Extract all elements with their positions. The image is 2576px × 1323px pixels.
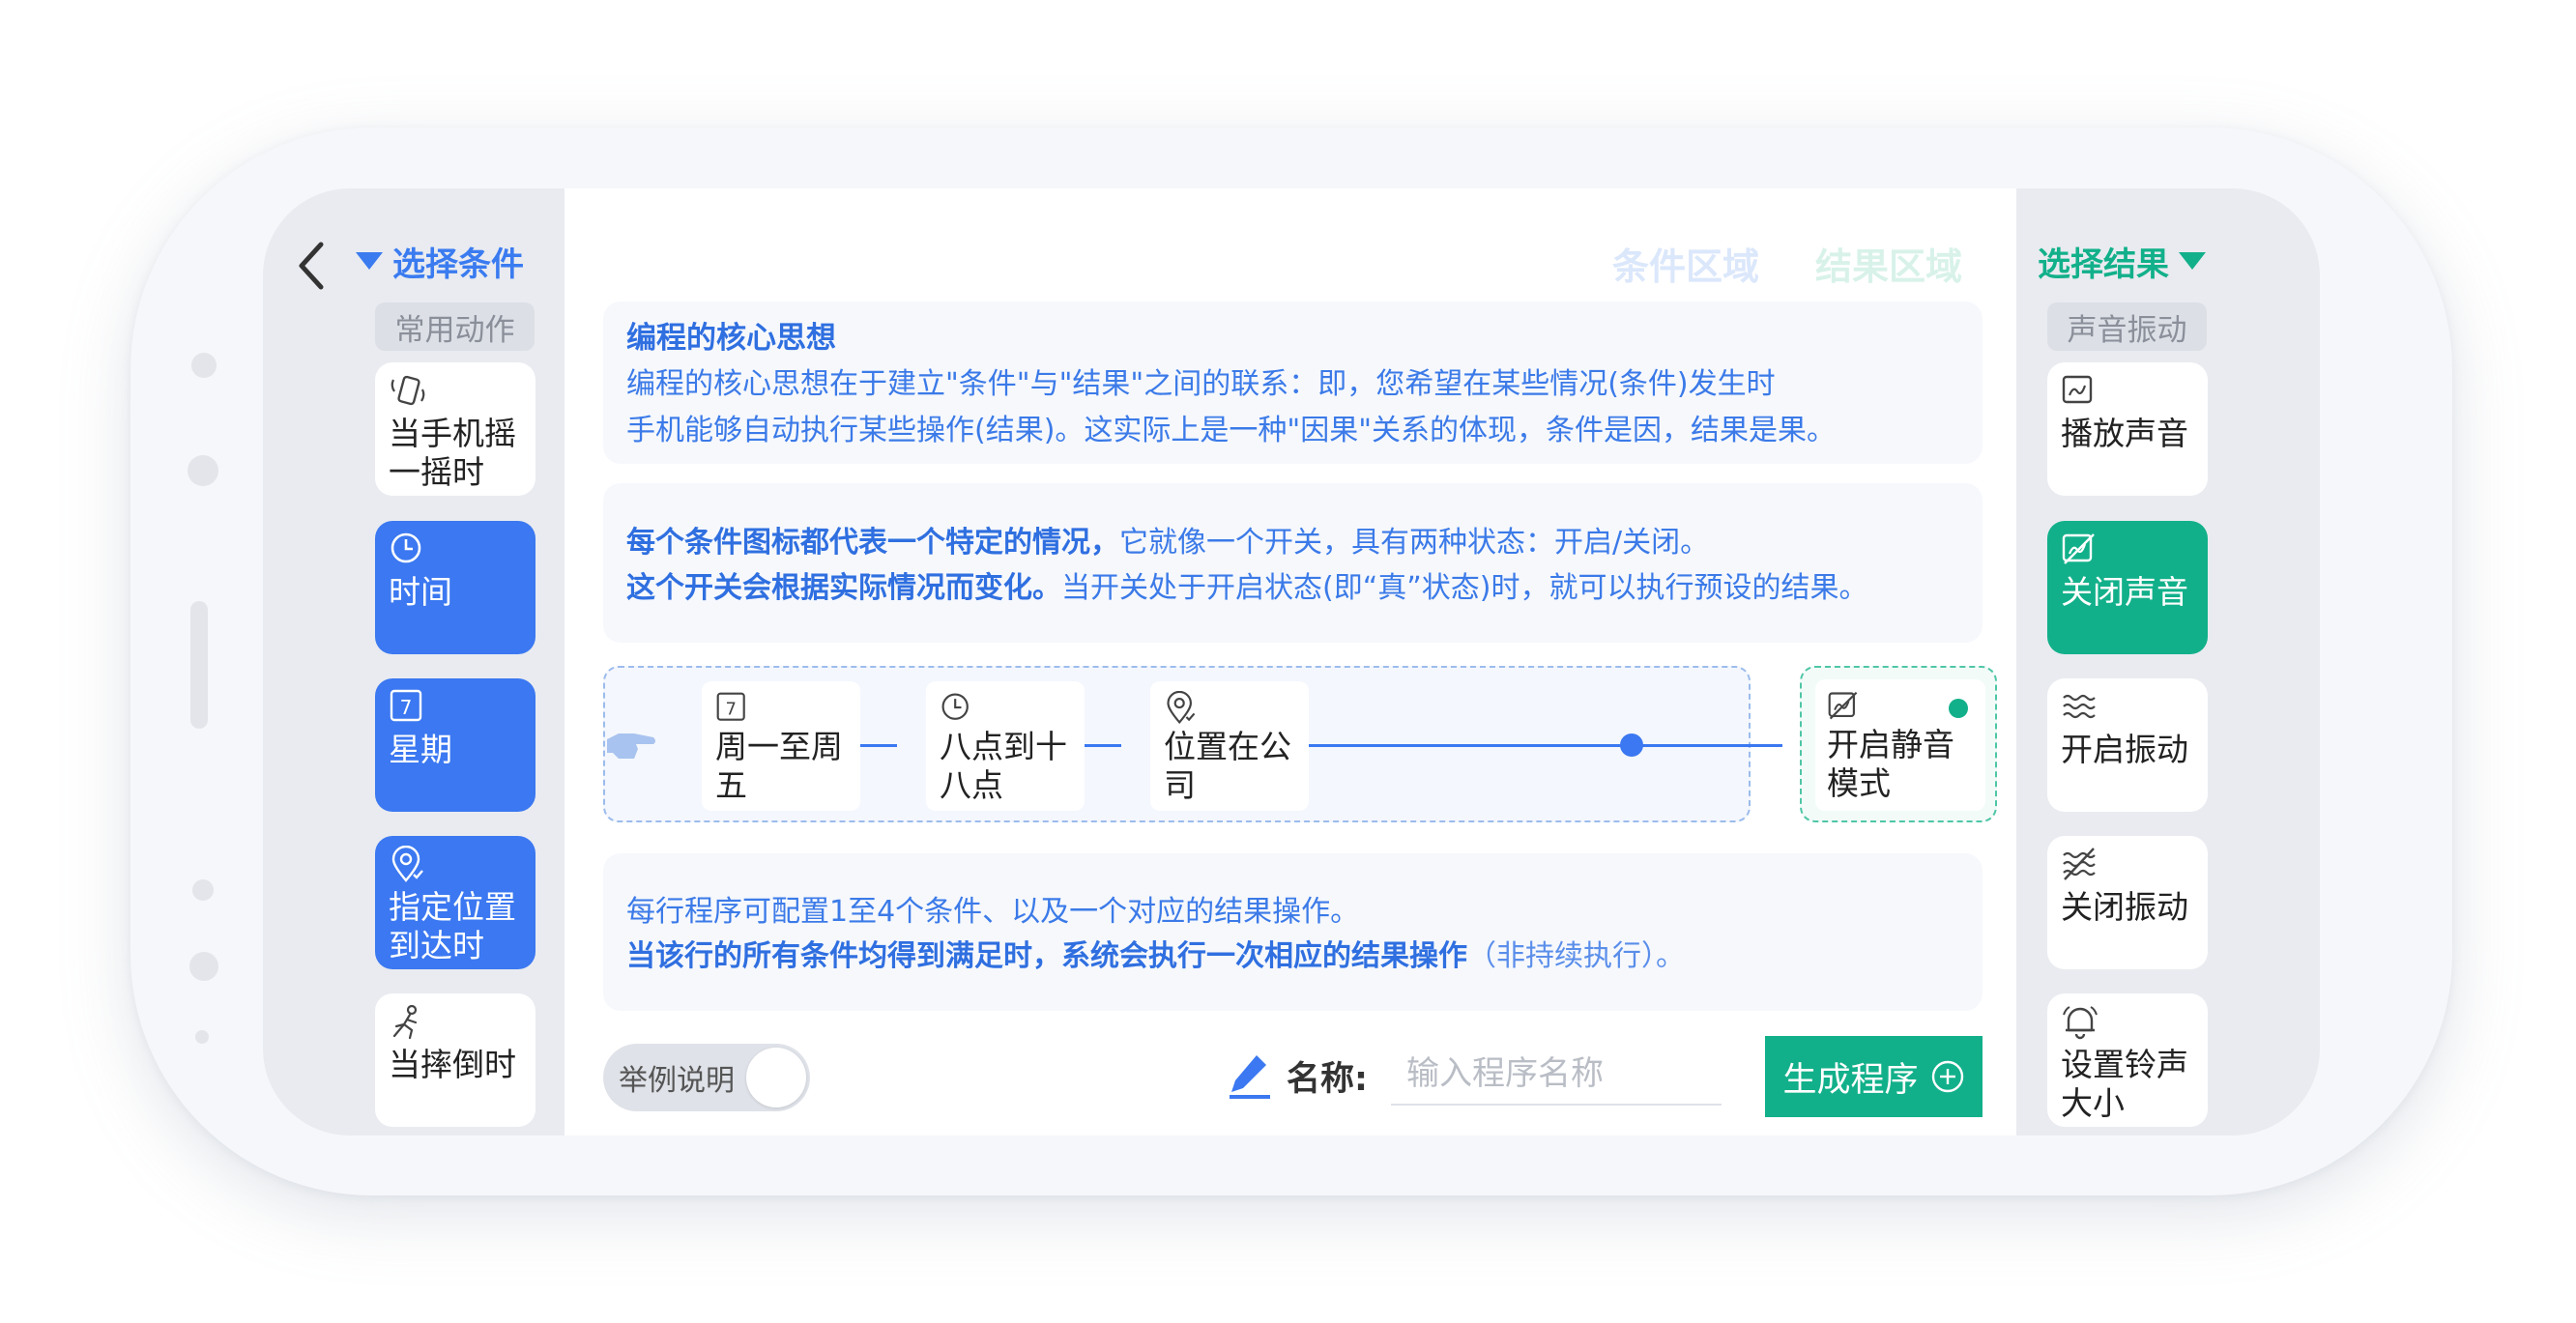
hardware-dot bbox=[191, 353, 217, 378]
switch-info-line: 每个条件图标都代表一个特定的情况，它就像一个开关，具有两种状态：开启/关闭。 bbox=[626, 520, 1959, 565]
program-name-label: 名称: bbox=[1287, 1060, 1368, 1099]
hardware-dot bbox=[189, 952, 218, 981]
example-condition-label: 位置在公司 bbox=[1164, 728, 1291, 804]
condition-card-time[interactable]: 时间 bbox=[375, 521, 535, 654]
hardware-dot bbox=[188, 455, 218, 486]
vibrate-on-icon bbox=[2063, 694, 2096, 719]
result-card-label: 关闭振动 bbox=[2061, 888, 2188, 926]
phone-shake-icon bbox=[391, 375, 425, 406]
example-condition-label: 八点到十八点 bbox=[940, 728, 1067, 804]
rules-line: 当该行的所有条件均得到满足时，系统会执行一次相应的结果操作（非持续执行）。 bbox=[626, 935, 1959, 979]
flow-node-dot bbox=[1620, 733, 1643, 757]
switch-info-bold: 这个开关会根据实际情况而变化。 bbox=[626, 571, 1061, 605]
condition-card-label: 当摔倒时 bbox=[389, 1046, 516, 1083]
caret-down-icon bbox=[356, 252, 383, 270]
tab-result-area[interactable]: 结果区域 bbox=[1815, 237, 1962, 290]
condition-card-fall[interactable]: 当摔倒时 bbox=[375, 993, 535, 1127]
result-card-play-sound[interactable]: 播放声音 bbox=[2047, 362, 2208, 496]
location-pin-icon bbox=[1167, 691, 1196, 725]
example-condition-time: 八点到十八点 bbox=[926, 681, 1085, 811]
intro-panel: 编程的核心思想 编程的核心思想在于建立"条件"与"结果"之间的联系：即，您希望在… bbox=[603, 302, 1983, 464]
generate-program-label: 生成程序 bbox=[1782, 1060, 1919, 1100]
hardware-dot bbox=[195, 1030, 209, 1044]
condition-card-weekday[interactable]: 7 星期 bbox=[375, 678, 535, 812]
program-editor: 条件区域 结果区域 编程的核心思想 编程的核心思想在于建立"条件"与"结果"之间… bbox=[564, 188, 2016, 1136]
switch-info-line: 这个开关会根据实际情况而变化。当开关处于开启状态(即“真”状态)时，就可以执行预… bbox=[626, 565, 1959, 611]
example-result-slot: 开启静音模式 bbox=[1800, 666, 1997, 822]
result-card-label: 播放声音 bbox=[2061, 415, 2188, 452]
select-result-label: 选择结果 bbox=[2038, 244, 2169, 284]
caret-down-icon bbox=[2179, 252, 2206, 270]
rules-line: 每行程序可配置1至4个条件、以及一个对应的结果操作。 bbox=[626, 895, 1360, 929]
rules-text: （非持续执行）。 bbox=[1467, 939, 1685, 973]
pointing-hand-icon bbox=[607, 733, 655, 759]
intro-line: 编程的核心思想在于建立"条件"与"结果"之间的联系：即，您希望在某些情况(条件)… bbox=[626, 367, 1776, 401]
example-condition-weekday: 7 周一至周五 bbox=[702, 681, 860, 811]
active-status-dot bbox=[1949, 699, 1968, 718]
example-toggle[interactable]: 举例说明 bbox=[603, 1044, 810, 1111]
result-card-vibrate-off[interactable]: 关闭振动 bbox=[2047, 836, 2208, 969]
generate-program-button[interactable]: 生成程序 bbox=[1765, 1036, 1983, 1117]
tab-condition-area[interactable]: 条件区域 bbox=[1612, 237, 1759, 290]
bell-icon bbox=[2063, 1006, 2098, 1040]
hardware-dot bbox=[192, 879, 214, 901]
condition-card-label: 时间 bbox=[389, 573, 452, 611]
switch-info-text: 它就像一个开关，具有两种状态：开启/关闭。 bbox=[1119, 526, 1710, 560]
clock-icon bbox=[391, 532, 421, 563]
hardware-button bbox=[190, 601, 208, 729]
result-category-chip[interactable]: 声音振动 bbox=[2047, 302, 2207, 351]
condition-card-label: 指定位置到达时 bbox=[389, 888, 516, 964]
pencil-icon bbox=[1230, 1055, 1270, 1099]
vibrate-off-icon bbox=[2063, 848, 2096, 880]
mute-sound-icon bbox=[2062, 533, 2095, 564]
back-arrow-icon[interactable] bbox=[292, 237, 331, 295]
example-result-label: 开启静音模式 bbox=[1827, 726, 1954, 802]
example-condition-label: 周一至周五 bbox=[715, 728, 843, 804]
result-card-label: 关闭声音 bbox=[2061, 573, 2188, 611]
area-tabs: 条件区域 结果区域 bbox=[1612, 237, 1962, 290]
condition-sidebar: 选择条件 常用动作 当手机摇一摇时 时间 7 星期 指定位置到达时 当摔倒时 bbox=[263, 188, 564, 1136]
switch-info-bold: 每个条件图标都代表一个特定的情况， bbox=[626, 526, 1119, 560]
condition-card-shake[interactable]: 当手机摇一摇时 bbox=[375, 362, 535, 496]
result-sidebar: 选择结果 声音振动 播放声音 关闭声音 开启振动 关闭振动 设置铃声大小 bbox=[2016, 188, 2320, 1136]
example-toggle-label: 举例说明 bbox=[619, 1064, 735, 1098]
example-condition-location: 位置在公司 bbox=[1150, 681, 1309, 811]
condition-card-label: 当手机摇一摇时 bbox=[389, 415, 516, 491]
condition-card-label: 星期 bbox=[389, 731, 452, 768]
play-sound-icon bbox=[2062, 375, 2093, 404]
location-pin-icon bbox=[391, 846, 423, 882]
select-condition-label: 选择条件 bbox=[392, 244, 524, 284]
result-card-ringtone-volume[interactable]: 设置铃声大小 bbox=[2047, 993, 2208, 1127]
result-card-label: 开启振动 bbox=[2061, 731, 2188, 768]
plus-circle-icon bbox=[1931, 1060, 1963, 1093]
switch-info-text: 当开关处于开启状态(即“真”状态)时，就可以执行预设的结果。 bbox=[1061, 571, 1868, 605]
program-name-input[interactable] bbox=[1391, 1044, 1722, 1106]
intro-line: 手机能够自动执行某些操作(结果)。这实际上是一种"因果"关系的体现，条件是因，结… bbox=[626, 414, 1837, 447]
rules-bold: 当该行的所有条件均得到满足时，系统会执行一次相应的结果操作 bbox=[626, 939, 1467, 973]
toggle-knob[interactable] bbox=[746, 1048, 806, 1107]
bottom-toolbar: 举例说明 名称: 生成程序 bbox=[603, 1036, 1983, 1117]
select-result-dropdown[interactable]: 选择结果 bbox=[2038, 237, 2206, 285]
example-result-mute: 开启静音模式 bbox=[1815, 679, 1985, 811]
select-condition-dropdown[interactable]: 选择条件 bbox=[356, 237, 524, 285]
result-card-vibrate-on[interactable]: 开启振动 bbox=[2047, 678, 2208, 812]
condition-category-chip[interactable]: 常用动作 bbox=[375, 302, 535, 351]
example-condition-row: 7 周一至周五 八点到十八点 位置在公司 bbox=[603, 666, 1782, 822]
condition-card-location[interactable]: 指定位置到达时 bbox=[375, 836, 535, 969]
svg-text:7: 7 bbox=[400, 696, 413, 719]
mute-sound-icon bbox=[1828, 691, 1858, 720]
calendar-7-icon: 7 bbox=[390, 689, 422, 722]
result-card-label: 设置铃声大小 bbox=[2061, 1046, 2188, 1122]
clock-icon bbox=[941, 693, 969, 720]
calendar-7-icon: 7 bbox=[716, 692, 745, 721]
switch-info-panel: 每个条件图标都代表一个特定的情况，它就像一个开关，具有两种状态：开启/关闭。 这… bbox=[603, 483, 1983, 643]
falling-person-icon bbox=[392, 1004, 418, 1040]
app-screen: 选择条件 常用动作 当手机摇一摇时 时间 7 星期 指定位置到达时 当摔倒时 条… bbox=[263, 188, 2320, 1136]
svg-text:7: 7 bbox=[725, 699, 736, 719]
rules-panel: 每行程序可配置1至4个条件、以及一个对应的结果操作。 当该行的所有条件均得到满足… bbox=[603, 853, 1983, 1011]
flow-connector bbox=[1280, 744, 1782, 747]
result-card-mute-sound[interactable]: 关闭声音 bbox=[2047, 521, 2208, 654]
intro-title: 编程的核心思想 bbox=[626, 321, 836, 356]
